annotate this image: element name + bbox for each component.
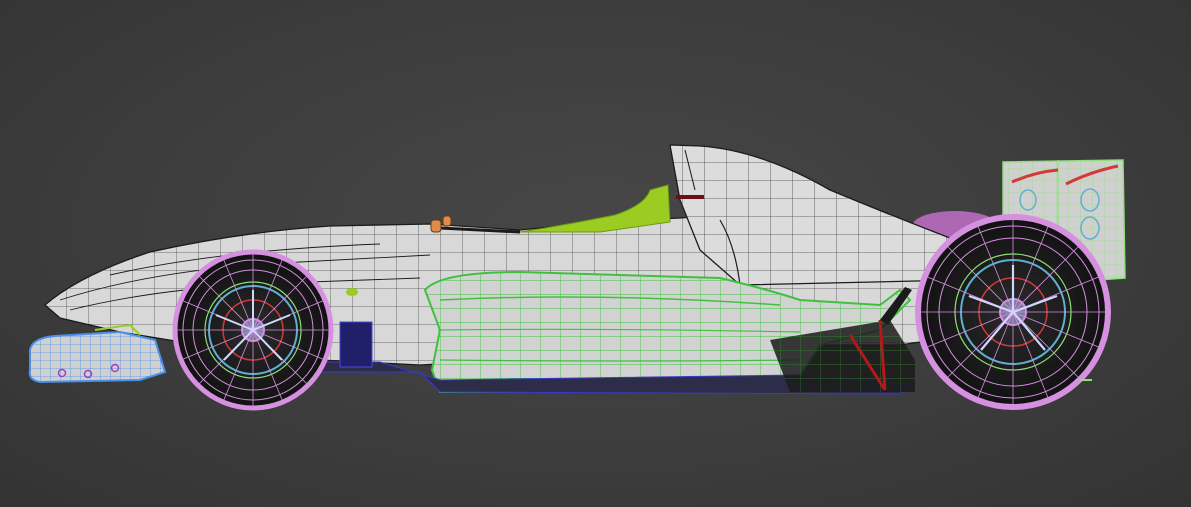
- 3d-viewport[interactable]: [0, 0, 1191, 507]
- rear-wheel: [915, 214, 1111, 410]
- front-wheel: [172, 249, 334, 411]
- body-detail: [346, 288, 358, 296]
- floor-vent: [339, 321, 373, 368]
- cockpit-accent: [519, 184, 671, 233]
